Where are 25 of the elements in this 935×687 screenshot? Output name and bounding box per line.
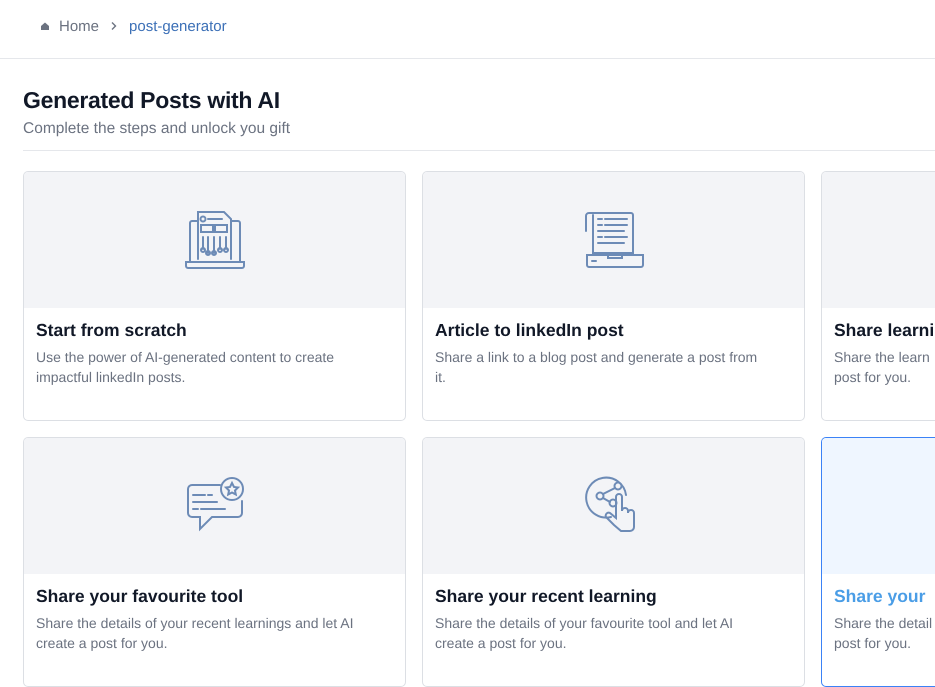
card-title: Start from scratch	[36, 320, 188, 341]
card-title: Share your favourite tool	[36, 586, 244, 607]
card-description: Share the detail post for you.	[834, 614, 934, 653]
post-option-card[interactable]: Share learni Share the learn post for you.	[821, 171, 935, 421]
card-description: Share a link to a blog post and generate a post from it.	[435, 348, 758, 387]
card-title: Share your recent learning	[435, 586, 658, 607]
card-description: Use the power of AI-generated content to create impactful linkedIn posts.	[36, 348, 336, 387]
post-option-card[interactable]: Share your recent learning Share the details of your favourite tool and let AI create a post for you.	[422, 437, 805, 687]
page-title: Generated Posts with AI	[23, 87, 281, 114]
home-icon	[40, 21, 50, 31]
card-title: Share your	[834, 586, 926, 607]
post-option-card[interactable]: Start from scratch Use the power of AI-generated content to create impactful linkedIn posts.	[23, 171, 406, 421]
post-option-card[interactable]: Share your favourite tool Share the details of your recent learnings and let AI create a post for you.	[23, 437, 406, 687]
card-title: Share learni	[834, 320, 935, 341]
post-option-card[interactable]: Share your Share the detail post for you.	[821, 437, 935, 687]
laptop-circuit-icon	[184, 209, 246, 271]
post-option-card[interactable]: Article to linkedIn post Share a link to a blog post and generate a post from it.	[422, 171, 805, 421]
breadcrumb-link[interactable]: post-generator	[129, 18, 227, 34]
home-link[interactable]: Home	[40, 18, 100, 34]
page-subtitle: Complete the steps and unlock you gift	[23, 120, 935, 151]
card-description: Share the details of your recent learnings and let AI create a post for you.	[36, 614, 355, 653]
card-description: Share the details of your favourite tool and let AI create a post for you.	[435, 614, 734, 653]
card-description: Share the learn post for you.	[834, 348, 931, 387]
card-title: Article to linkedIn post	[435, 320, 625, 341]
laptop-document-icon	[582, 209, 644, 271]
